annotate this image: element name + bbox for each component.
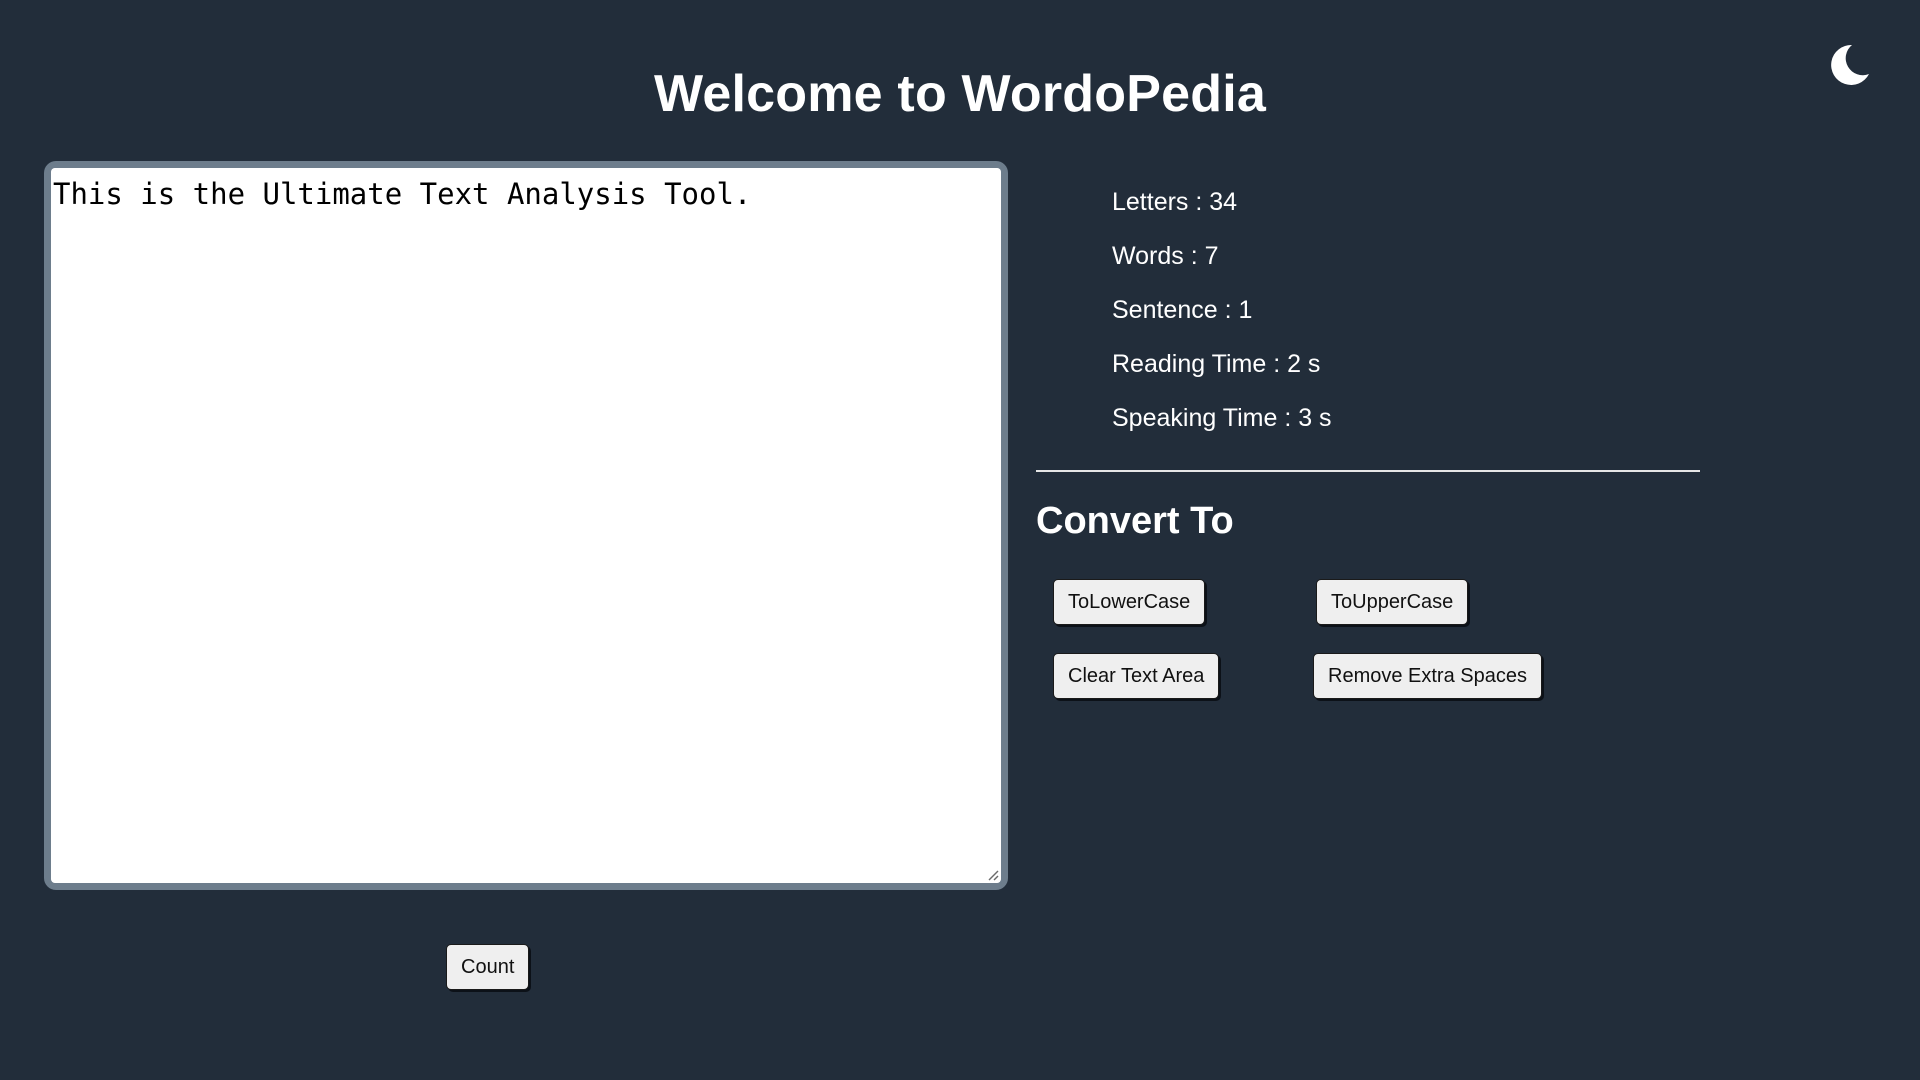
page-title: Welcome to WordoPedia	[654, 65, 1266, 123]
stat-speaking-time: Speaking Time : 3 s	[1112, 404, 1332, 432]
stat-sentences: Sentence : 1	[1112, 296, 1253, 324]
section-divider	[1036, 470, 1700, 472]
to-uppercase-button[interactable]: ToUpperCase	[1316, 579, 1469, 625]
stats-list: Letters : 34 Words : 7 Sentence : 1 Read…	[1112, 181, 1332, 451]
clear-text-button[interactable]: Clear Text Area	[1053, 653, 1220, 699]
stat-letters: Letters : 34	[1112, 188, 1238, 216]
stat-reading-time: Reading Time : 2 s	[1112, 350, 1321, 378]
remove-extra-spaces-button[interactable]: Remove Extra Spaces	[1313, 653, 1542, 699]
to-lowercase-button[interactable]: ToLowerCase	[1053, 579, 1206, 625]
stat-words: Words : 7	[1112, 242, 1219, 270]
moon-icon	[1831, 44, 1869, 85]
resize-grip-icon[interactable]	[985, 867, 999, 881]
convert-heading: Convert To	[1036, 500, 1234, 542]
theme-toggle-button[interactable]	[1826, 42, 1872, 88]
count-button[interactable]: Count	[446, 944, 530, 990]
text-input-container: This is the Ultimate Text Analysis Tool.	[44, 161, 1008, 890]
page: Welcome to WordoPedia This is the Ultima…	[0, 0, 1920, 1080]
text-input[interactable]: This is the Ultimate Text Analysis Tool.	[51, 168, 1001, 883]
